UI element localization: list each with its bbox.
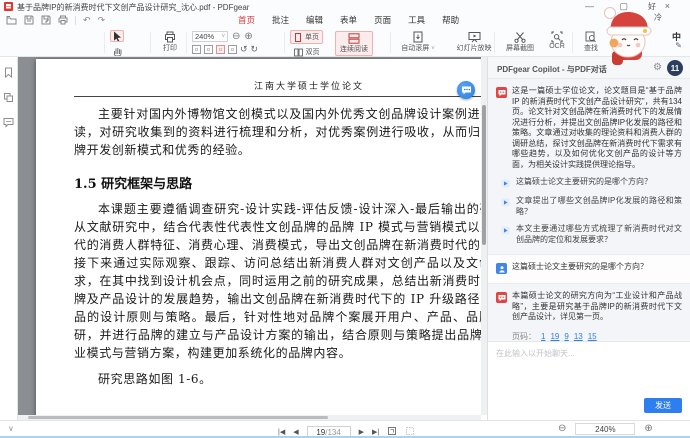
pdfgear-window: 基于品牌IP的新消费时代下文创产品设计研究_沈心.pdf - PDFgear —… [0,0,690,438]
page-link[interactable]: 13 [574,332,583,341]
auto-scroll-button[interactable]: 自动滚屏 ˅ [396,31,440,53]
close-button[interactable]: × [665,1,670,11]
mascot-speech-text: 冷 [654,12,662,23]
page-references: 页码： 1 19 9 13 15 [488,323,690,342]
left-sidebar [0,57,18,420]
chat-input[interactable] [488,342,690,394]
main-toolbar: 打印 240%˅ ⊖ ⊕ ↺ ↻ 单页 [0,28,690,57]
assistant-avatar-icon [496,87,507,98]
scrollbar-thumb[interactable] [482,105,486,245]
comments-panel-icon[interactable] [3,115,14,133]
first-page-button[interactable]: |◀ [278,428,285,436]
page-link[interactable]: 15 [588,332,597,341]
send-button[interactable]: 发送 [644,398,682,413]
user-message: 这篇硕士论文主要研究的是哪个方向？ [488,254,690,284]
prompt-arrow-icon [500,197,511,208]
zoom-level-value[interactable]: 240% [575,423,635,435]
copilot-floating-button[interactable] [457,81,475,99]
page-running-header: 江南大学硕士学位论文 [74,79,487,97]
pdf-file-icon [4,2,13,11]
last-page-button[interactable]: ▶| [372,428,379,436]
next-page-button[interactable]: ▶ [359,428,364,436]
page-link[interactable]: 19 [550,332,559,341]
copilot-panel: PDFgear Copilot - 与PDF对话 ⚙ 11 这是一篇硕士学位论文… [487,57,690,420]
scrollbar-thumb[interactable] [28,416,328,419]
quick-access-toolbar: ↶ ↷ [6,15,105,25]
open-file-icon[interactable] [6,15,17,25]
print-button[interactable]: 打印 [156,31,184,53]
ocr-button[interactable]: OCR [542,31,572,50]
chevron-down-icon: ˅ [221,34,225,40]
toolbar-divider [75,16,76,25]
bookmarks-panel-icon[interactable] [3,65,14,83]
user-avatar-icon [496,263,507,274]
chat-bubble-icon [461,85,472,96]
assistant-avatar-icon [496,292,507,303]
chat-history: 这是一篇硕士学位论文，论文题目是“基于品牌 IP 的新消费时代下文创产品设计研究… [488,79,690,341]
slideshow-button[interactable]: 幻灯片放映 [452,31,496,53]
zoom-in-icon[interactable]: ⊕ [644,424,652,434]
assistant-message: 本篇硕士论文的研究方向为“工业设计和产品战略”，主要是研究基于品牌IP的新消费时… [488,284,690,323]
screenshot-button[interactable]: 屏幕截图 [498,31,542,53]
suggested-question[interactable]: 本文主要通过哪些方式梳理了新消费时代对文创品牌的定位和发展要求？ [488,217,690,245]
zoom-group: 240%˅ ⊖ ⊕ ↺ ↻ [192,31,258,54]
actual-size-button[interactable] [216,45,225,54]
thumbnails-panel-icon[interactable] [3,90,14,108]
user-question-text: 这篇硕士论文主要研究的是哪个方向？ [512,262,648,274]
status-bar: ∨ |◀ ◀ 19/134 ▶ ▶| ⊖ 240% ⊕ [0,420,690,436]
title-bar: 基于品牌IP的新消费时代下文创产品设计研究_沈心.pdf - PDFgear —… [0,0,690,13]
status-zoom-control: ⊖ 240% ⊕ [558,423,653,435]
fit-width-button[interactable] [192,45,201,54]
fit-page-button[interactable] [204,45,213,54]
mascot-speech-text: 好 [648,1,656,12]
undo-icon[interactable]: ↶ [83,15,91,25]
pdf-page: 江南大学硕士学位论文 主要针对国内外博物馆文创模式以及国内外优秀文创品牌设计案例… [36,59,487,420]
prompt-arrow-icon [500,178,511,189]
continuous-view-button[interactable]: 连续阅读 [332,31,376,56]
zoom-out-icon[interactable]: ⊖ [232,32,240,42]
print-icon [164,31,176,43]
scissors-icon [514,31,526,43]
previous-page-button[interactable]: ◀ [293,428,298,436]
single-page-button[interactable]: 单页 [290,30,323,44]
rotate-right-icon[interactable]: ↻ [251,45,259,54]
rotate-left-icon[interactable]: ↺ [240,45,248,54]
hand-tool-button[interactable] [110,44,124,56]
zoom-in-icon[interactable]: ⊕ [244,32,252,42]
paragraph: 主要针对国内外博物馆文创模式以及国内外优秀文创品牌设计案例进行分析与解读，对研究… [74,105,487,159]
page-link[interactable]: 1 [541,332,545,341]
assistant-answer-text: 本篇硕士论文的研究方向为“工业设计和产品战略”，主要是研究基于品牌IP的新消费时… [512,291,682,323]
pages-label: 页码： [512,331,536,342]
zoom-select[interactable]: 240%˅ [192,31,228,42]
ime-pen-icon[interactable]: ✎ [675,41,682,50]
ocr-icon [551,31,563,43]
chevron-down-icon: ˅ [431,46,435,52]
document-viewport[interactable]: 江南大学硕士学位论文 主要针对国内外博物馆文创模式以及国内外优秀文创品牌设计案例… [18,57,487,420]
fit-visible-button[interactable] [228,45,237,54]
continuous-view-icon [347,33,361,44]
suggested-question[interactable]: 这篇硕士论文主要研究的是哪个方向？ [488,170,690,189]
section-heading: 1.5 研究框架与思路 [74,173,487,192]
paragraph: 研究思路如图 1-6。 [74,370,487,388]
prompt-arrow-icon [500,225,511,236]
suggested-question[interactable]: 文章提出了哪些文创品牌IP化发展的路径和策略？ [488,189,690,217]
notification-badge[interactable]: 11 [667,60,683,76]
assistant-message: 这是一篇硕士学位论文，论文题目是“基于品牌 IP 的新消费时代下文创产品设计研究… [488,79,690,170]
select-tool-button[interactable] [110,30,124,42]
slideshow-icon [468,31,481,43]
print-small-icon[interactable] [58,15,68,25]
page-link[interactable]: 9 [564,332,568,341]
paragraph: 本课题主要遵循调查研究-设计实践-评估反馈-设计深入-最后输出的研究思路，从文献… [74,200,487,362]
redo-icon[interactable]: ↷ [98,15,106,25]
collapse-toolbar-icon[interactable]: ∨ [8,424,14,433]
chat-input-area: 发送 [488,341,690,420]
zoom-out-icon[interactable]: ⊖ [558,424,566,434]
save-icon[interactable] [24,15,34,25]
window-title: 基于品牌IP的新消费时代下文创产品设计研究_沈心.pdf - PDFgear [17,2,249,13]
auto-scroll-icon [412,31,424,43]
copilot-title: PDFgear Copilot - 与PDF对话 [497,64,607,75]
save-as-icon[interactable] [41,15,51,25]
assistant-summary-text: 这是一篇硕士学位论文，论文题目是“基于品牌 IP 的新消费时代下文创产品设计研究… [512,86,682,170]
